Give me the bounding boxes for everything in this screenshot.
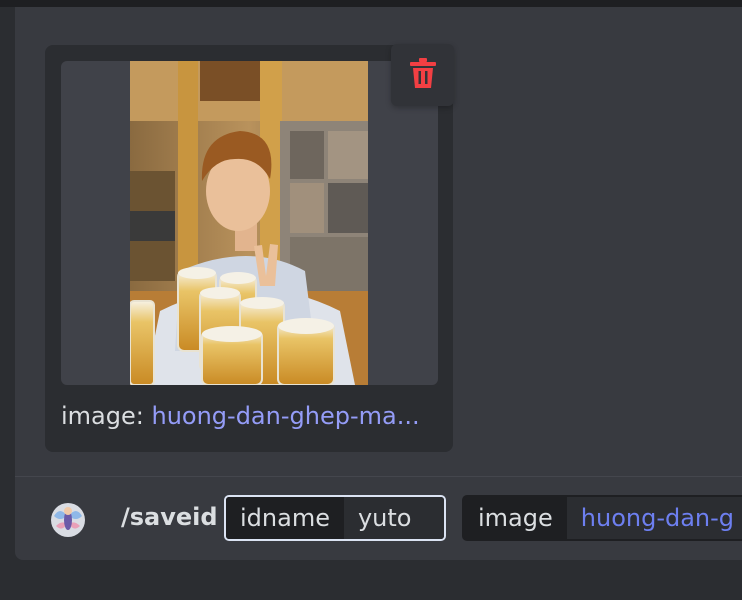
option-idname[interactable]: idname yuto	[224, 495, 446, 541]
bot-avatar-icon[interactable]	[50, 502, 86, 538]
caption-label: image:	[61, 402, 144, 430]
option-image-name: image	[464, 497, 567, 539]
trash-icon	[409, 58, 437, 92]
option-image-value[interactable]: huong-dan-g	[566, 497, 742, 539]
slash-command[interactable]: /saveid	[121, 503, 218, 531]
option-image[interactable]: image huong-dan-g	[462, 495, 742, 541]
attachment-photo[interactable]	[130, 61, 368, 385]
option-idname-value[interactable]: yuto	[343, 497, 444, 539]
option-idname-name: idname	[226, 497, 344, 539]
caption-filename[interactable]: huong-dan-ghep-ma...	[151, 402, 419, 430]
delete-attachment-button[interactable]	[391, 44, 454, 106]
divider	[15, 476, 742, 477]
top-bar	[0, 0, 742, 7]
attachment-caption: image: huong-dan-ghep-ma...	[61, 402, 441, 430]
attachment-preview[interactable]	[61, 61, 438, 385]
